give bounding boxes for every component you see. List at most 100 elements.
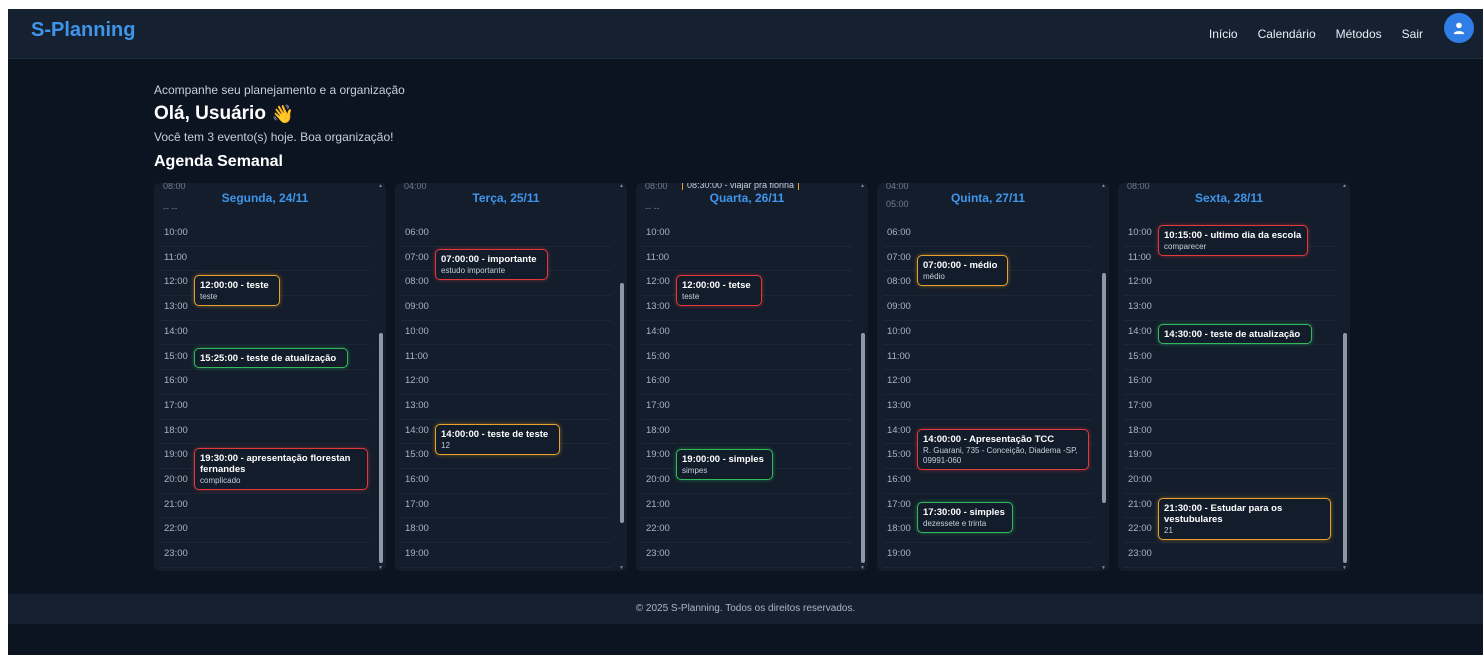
time-slot[interactable]: 16:00 [1124, 370, 1334, 395]
event-card[interactable]: 14:30:00 - teste de atualização [1158, 324, 1312, 344]
event-card[interactable]: 12:00:00 - tetse teste [676, 275, 762, 306]
scrollbar-thumb[interactable] [620, 283, 624, 523]
event-card[interactable]: 07:00:00 - médio médio [917, 255, 1008, 286]
time-slot[interactable]: 19:00 [1124, 444, 1334, 469]
time-slot[interactable]: 18:00 [642, 420, 852, 445]
time-slot[interactable]: 14:00 [160, 321, 370, 346]
time-slot[interactable]: 10:00 [401, 321, 611, 346]
day-column[interactable]: Sexta, 28/11 08:00 10:00 11:00 12:00 13:00 14:… [1118, 183, 1350, 571]
time-slot[interactable]: 12:00 [1124, 271, 1334, 297]
scrollbar-thumb[interactable] [379, 333, 383, 563]
time-slot[interactable]: 11:00 [883, 346, 1093, 371]
nav-link-metodos[interactable]: Métodos [1336, 27, 1382, 41]
scrollbar[interactable]: ▲ ▼ [860, 183, 866, 571]
day-column[interactable]: Terça, 25/11 04:00 06:00 07:00 08:00 09:00 10:… [395, 183, 627, 571]
scroll-up-icon[interactable]: ▲ [1101, 183, 1106, 189]
event-card[interactable]: 19:30:00 - apresentação florestan fernan… [194, 448, 368, 490]
time-slot[interactable]: 14:00 [642, 321, 852, 346]
time-slot-label: 22:00 [1128, 523, 1152, 535]
scrollbar-thumb[interactable] [1343, 333, 1347, 563]
time-slot[interactable]: 10:00 [642, 222, 852, 247]
scrollbar-thumb[interactable] [861, 333, 865, 563]
time-slot[interactable]: 10:00 [160, 222, 370, 247]
event-description: complicado [200, 476, 241, 485]
time-slot-label: 23:00 [646, 548, 670, 560]
time-slot[interactable]: 11:00 [160, 247, 370, 272]
time-slot-label: 10:00 [887, 325, 911, 337]
brand-logo[interactable]: S-Planning [31, 19, 135, 42]
day-column[interactable]: Segunda, 24/11 08:00 -- -- 10:00 11:00 12:00 1… [154, 183, 386, 571]
time-slot[interactable]: 17:00 [401, 494, 611, 519]
event-card[interactable]: 12:00:00 - teste teste [194, 275, 280, 306]
time-slot[interactable]: 22:00 [642, 518, 852, 544]
event-card[interactable]: 07:00:00 - importante estudo importante [435, 249, 548, 280]
scrollbar[interactable]: ▲ ▼ [1101, 183, 1107, 571]
scrollbar-thumb[interactable] [1102, 273, 1106, 503]
time-slot[interactable]: 23:00 [1124, 543, 1334, 568]
events-today-note: Você tem 3 evento(s) hoje. Boa organizaç… [154, 130, 394, 144]
nav-link-inicio[interactable]: Início [1209, 27, 1238, 41]
scroll-down-icon[interactable]: ▼ [378, 565, 383, 571]
event-card[interactable]: 14:00:00 - teste de teste 12 [435, 424, 560, 455]
avatar-button[interactable] [1444, 13, 1474, 43]
time-slot[interactable]: 23:00 [160, 543, 370, 568]
time-slot[interactable]: 16:00 [642, 370, 852, 395]
time-slot[interactable]: 18:00 [401, 518, 611, 544]
scroll-down-icon[interactable]: ▼ [619, 565, 624, 571]
event-card[interactable]: 10:15:00 - ultimo dia da escola comparece… [1158, 225, 1308, 256]
time-slot[interactable]: 12:00 [883, 370, 1093, 395]
waving-hand-icon: 👋 [271, 103, 295, 124]
time-slot[interactable]: 13:00 [401, 395, 611, 420]
time-slot[interactable]: 15:00 [1124, 346, 1334, 371]
nav-links: Início Calendário Métodos Sair [1209, 27, 1423, 41]
scroll-down-icon[interactable]: ▼ [1101, 565, 1106, 571]
time-slot[interactable]: 20:00 [1124, 469, 1334, 494]
time-slot[interactable]: 17:00 [642, 395, 852, 420]
time-slot[interactable]: 19:00 [883, 543, 1093, 568]
time-slot[interactable]: 09:00 [883, 296, 1093, 321]
nav-link-calendario[interactable]: Calendário [1258, 27, 1316, 41]
time-slot[interactable]: 16:00 [160, 370, 370, 395]
event-title: 15:25:00 - teste de atualização [200, 353, 337, 364]
partial-event[interactable]: 08:30:00 - viajar pra florina [682, 183, 800, 190]
time-slot[interactable]: 19:00 [401, 543, 611, 568]
event-card[interactable]: 21:30:00 - Estudar para os vestubulares 2… [1158, 498, 1331, 540]
time-slot[interactable]: 16:00 [883, 469, 1093, 494]
day-column[interactable]: Quinta, 27/11 04:00 05:00 06:00 07:00 08:00 09… [877, 183, 1109, 571]
time-slot[interactable]: 09:00 [401, 296, 611, 321]
time-slot[interactable]: 17:00 [1124, 395, 1334, 420]
event-card[interactable]: 19:00:00 - simples simpes [676, 449, 773, 480]
scroll-down-icon[interactable]: ▼ [1342, 565, 1347, 571]
time-slot[interactable]: 22:00 [160, 518, 370, 544]
time-slot[interactable]: 18:00 [160, 420, 370, 445]
day-column[interactable]: Quarta, 26/11 08:00 -- -- 08:30:00 - viajar… [636, 183, 868, 571]
event-card[interactable]: 14:00:00 - Apresentação TCC R. Guarani, 7… [917, 429, 1089, 470]
time-slot[interactable]: 18:00 [1124, 420, 1334, 445]
time-slot[interactable]: 13:00 [883, 395, 1093, 420]
scroll-up-icon[interactable]: ▲ [860, 183, 865, 189]
time-slot[interactable]: 11:00 [401, 346, 611, 371]
event-card[interactable]: 17:30:00 - simples dezessete e trinta [917, 502, 1013, 533]
event-card[interactable]: 15:25:00 - teste de atualização [194, 348, 348, 368]
scroll-down-icon[interactable]: ▼ [860, 565, 865, 571]
scroll-up-icon[interactable]: ▲ [378, 183, 383, 189]
time-slot[interactable]: 06:00 [883, 222, 1093, 247]
nav-link-sair[interactable]: Sair [1402, 27, 1423, 41]
scrollbar[interactable]: ▲ ▼ [378, 183, 384, 571]
time-slot[interactable]: 12:00 [401, 370, 611, 395]
scroll-up-icon[interactable]: ▲ [1342, 183, 1347, 189]
time-slot[interactable]: 11:00 [642, 247, 852, 272]
time-slot[interactable]: 15:00 [642, 346, 852, 371]
time-slot[interactable]: 23:00 [642, 543, 852, 568]
time-slot[interactable]: 13:00 [1124, 296, 1334, 321]
scrollbar[interactable]: ▲ ▼ [1342, 183, 1348, 571]
time-slot[interactable]: 17:00 [160, 395, 370, 420]
time-slot[interactable]: 21:00 [160, 494, 370, 519]
event-description: teste [200, 292, 218, 301]
time-slot[interactable]: 10:00 [883, 321, 1093, 346]
scrollbar[interactable]: ▲ ▼ [619, 183, 625, 571]
scroll-up-icon[interactable]: ▲ [619, 183, 624, 189]
time-slot[interactable]: 16:00 [401, 469, 611, 494]
time-slot[interactable]: 06:00 [401, 222, 611, 247]
time-slot[interactable]: 21:00 [642, 494, 852, 519]
